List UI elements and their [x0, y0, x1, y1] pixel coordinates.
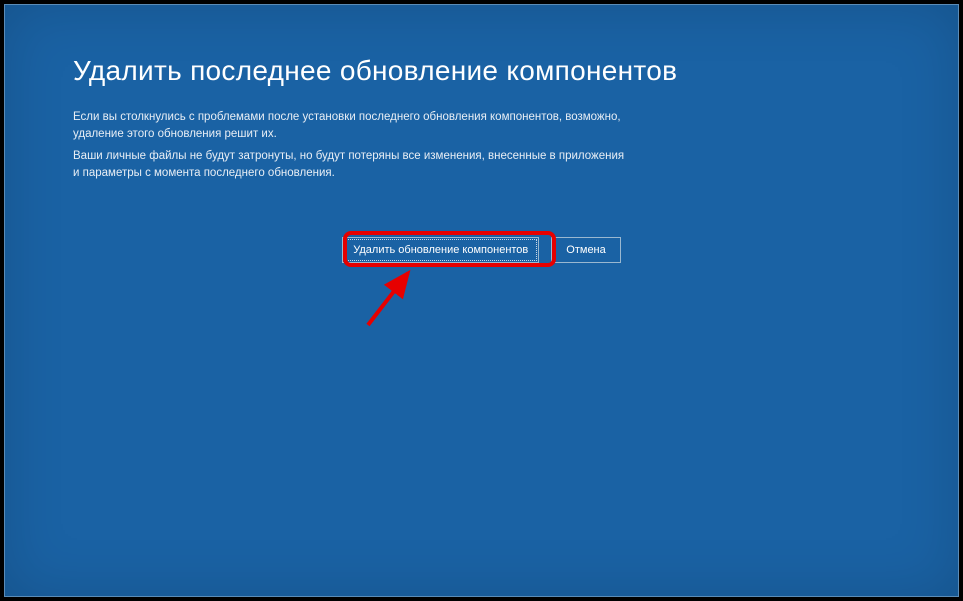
annotation-arrow: [353, 255, 453, 335]
dialog-title: Удалить последнее обновление компонентов: [73, 55, 890, 87]
dialog-content: Удалить последнее обновление компонентов…: [73, 55, 890, 182]
cancel-button[interactable]: Отмена: [551, 237, 620, 263]
dialog-description-2: Ваши личные файлы не будут затронуты, но…: [73, 148, 633, 183]
remove-feature-update-button[interactable]: Удалить обновление компонентов: [342, 237, 539, 263]
dialog-description-1: Если вы столкнулись с проблемами после у…: [73, 109, 633, 144]
recovery-dialog-window: Удалить последнее обновление компонентов…: [4, 4, 959, 597]
button-row: Удалить обновление компонентов Отмена: [73, 237, 890, 263]
